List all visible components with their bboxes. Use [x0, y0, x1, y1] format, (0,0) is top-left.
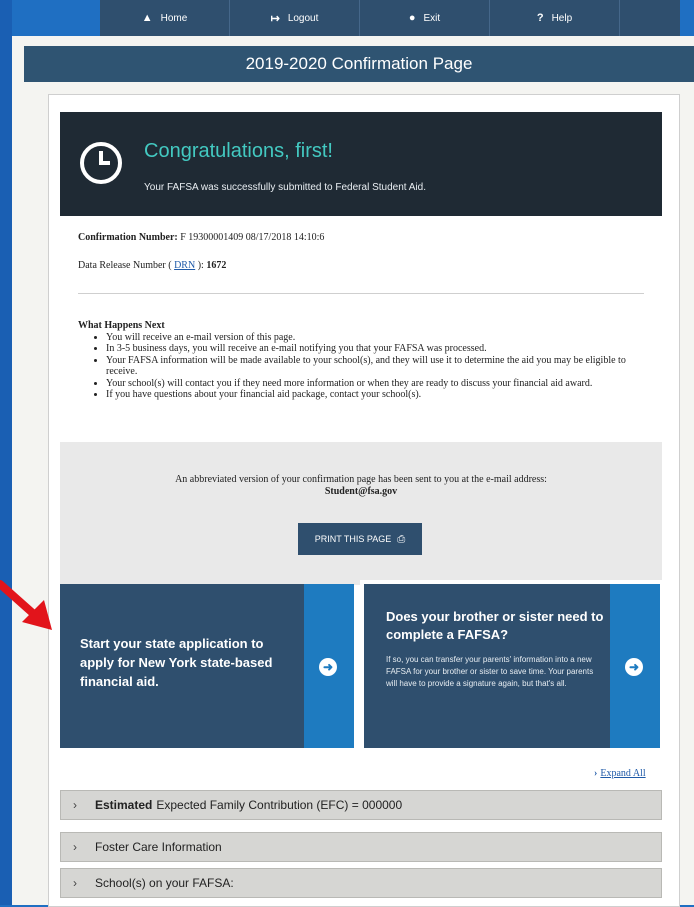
- email-notice-panel: [60, 442, 662, 585]
- list-item: You will receive an e-mail version of th…: [106, 332, 648, 344]
- expand-all-label: Expand All: [600, 768, 646, 779]
- nav-help-label: Help: [551, 12, 573, 24]
- state-application-card[interactable]: Start your state application to apply fo…: [60, 584, 354, 748]
- accordion-efc[interactable]: › Estimated Expected Family Contribution…: [60, 790, 662, 820]
- what-next-heading: What Happens Next: [78, 320, 165, 331]
- expand-all-link[interactable]: › Expand All: [594, 768, 646, 779]
- confirmation-number-label: Confirmation Number:: [78, 232, 178, 243]
- sibling-fafsa-card[interactable]: Does your brother or sister need to comp…: [360, 580, 664, 752]
- list-item: Your FAFSA information will be made avai…: [106, 355, 648, 378]
- email-address: Student@fsa.gov: [324, 486, 398, 497]
- accordion-efc-label: Expected Family Contribution (EFC) = 000…: [156, 798, 403, 812]
- page-title: 2019-2020 Confirmation Page: [24, 46, 694, 82]
- accordion-foster-care[interactable]: › Foster Care Information: [60, 832, 662, 862]
- sibling-fafsa-arrow-panel[interactable]: ➜: [610, 584, 660, 748]
- chevron-right-icon: ›: [73, 798, 77, 812]
- nav-help[interactable]: ? Help: [490, 0, 620, 36]
- state-application-arrow-panel[interactable]: ➜: [304, 584, 354, 748]
- nav-logout-label: Logout: [287, 12, 319, 24]
- state-application-text: Start your state application to apply fo…: [80, 636, 273, 689]
- drn-suffix: ):: [197, 260, 204, 271]
- clock-icon: [80, 142, 122, 184]
- print-button-label: PRINT THIS PAGE: [314, 534, 392, 544]
- drn-link[interactable]: DRN: [174, 260, 195, 271]
- home-icon: ▲: [141, 12, 153, 24]
- list-item: If you have questions about your financi…: [106, 389, 648, 401]
- print-page-button[interactable]: PRINT THIS PAGE ⎙: [298, 523, 422, 555]
- exit-icon: ●: [408, 12, 416, 24]
- confirmation-number: Confirmation Number: F 19300001409 08/17…: [78, 232, 324, 243]
- sibling-fafsa-heading: Does your brother or sister need to comp…: [386, 609, 604, 642]
- accordion-schools-label: School(s) on your FAFSA:: [95, 876, 234, 890]
- sibling-fafsa-body: If so, you can transfer your parents' in…: [386, 655, 594, 688]
- logout-icon: ↦: [270, 12, 280, 25]
- accordion-efc-bold: Estimated: [95, 798, 153, 812]
- annotation-arrow-icon: [0, 580, 52, 630]
- printer-icon: ⎙: [397, 533, 406, 545]
- chevron-right-icon: ›: [594, 768, 598, 779]
- congrats-heading: Congratulations, first!: [144, 140, 333, 162]
- data-release-number: Data Release Number ( DRN ): 1672: [78, 260, 226, 271]
- arrow-right-icon: ➜: [625, 658, 643, 676]
- confirmation-number-value: F 19300001409 08/17/2018 14:10:6: [180, 232, 325, 243]
- what-next-list: You will receive an e-mail version of th…: [78, 332, 648, 401]
- chevron-right-icon: ›: [73, 840, 77, 854]
- nav-exit[interactable]: ● Exit: [360, 0, 490, 36]
- what-happens-next: What Happens Next You will receive an e-…: [78, 320, 648, 401]
- chevron-right-icon: ›: [73, 876, 77, 890]
- window-left-edge: [0, 0, 12, 905]
- congrats-banner: Congratulations, first! Your FAFSA was s…: [60, 112, 662, 216]
- accordion-schools[interactable]: › School(s) on your FAFSA:: [60, 868, 662, 898]
- accordion-foster-care-label: Foster Care Information: [95, 840, 222, 854]
- nav-home[interactable]: ▲ Home: [100, 0, 230, 36]
- email-notice-text: An abbreviated version of your confirmat…: [175, 474, 547, 485]
- page-body: 2019-2020 Confirmation Page Congratulati…: [12, 36, 694, 907]
- congrats-subtext: Your FAFSA was successfully submitted to…: [144, 182, 426, 193]
- arrow-right-icon: ➜: [319, 658, 337, 676]
- nav-exit-label: Exit: [423, 12, 441, 24]
- nav-logout[interactable]: ↦ Logout: [230, 0, 360, 36]
- list-item: Your school(s) will contact you if they …: [106, 378, 648, 390]
- list-item: In 3-5 business days, you will receive a…: [106, 343, 648, 355]
- top-nav: ▲ Home ↦ Logout ● Exit ? Help: [100, 0, 680, 37]
- divider: [78, 293, 644, 294]
- nav-home-label: Home: [160, 12, 188, 24]
- email-notice: An abbreviated version of your confirmat…: [60, 474, 662, 498]
- drn-prefix: Data Release Number (: [78, 260, 172, 271]
- help-icon: ?: [536, 12, 544, 24]
- drn-value: 1672: [206, 260, 227, 271]
